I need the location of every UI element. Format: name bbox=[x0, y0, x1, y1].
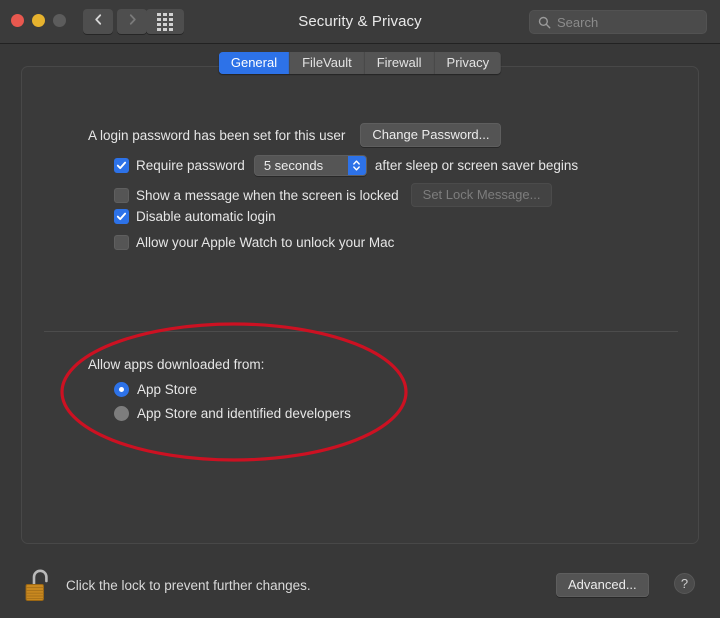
show-lock-message-row: Show a message when the screen is locked… bbox=[114, 183, 553, 207]
section-divider bbox=[44, 331, 678, 332]
window-titlebar: Security & Privacy Search bbox=[0, 0, 720, 44]
require-password-row: Require password 5 seconds after sleep o… bbox=[114, 155, 578, 176]
app-store-radio[interactable] bbox=[114, 382, 129, 397]
tab-filevault[interactable]: FileVault bbox=[290, 52, 365, 74]
tab-privacy[interactable]: Privacy bbox=[434, 52, 502, 74]
help-button[interactable]: ? bbox=[674, 573, 695, 594]
search-placeholder: Search bbox=[557, 14, 599, 30]
show-lock-message-checkbox[interactable] bbox=[114, 187, 129, 203]
app-store-radio-label: App Store bbox=[137, 382, 198, 397]
login-password-status: A login password has been set for this u… bbox=[88, 127, 346, 143]
disable-auto-login-row: Disable automatic login bbox=[114, 209, 276, 224]
apple-watch-unlock-row: Allow your Apple Watch to unlock your Ma… bbox=[114, 235, 394, 250]
lock-hint-text: Click the lock to prevent further change… bbox=[66, 578, 311, 593]
app-store-identified-developers-radio[interactable] bbox=[114, 406, 129, 421]
disable-auto-login-checkbox[interactable] bbox=[114, 209, 129, 224]
require-password-delay-value: 5 seconds bbox=[263, 158, 324, 173]
tab-firewall[interactable]: Firewall bbox=[364, 52, 435, 74]
apple-watch-unlock-label: Allow your Apple Watch to unlock your Ma… bbox=[136, 235, 395, 250]
app-store-identified-developers-radio-label: App Store and identified developers bbox=[137, 406, 351, 421]
lock-button[interactable] bbox=[22, 565, 56, 607]
require-password-delay-popup[interactable]: 5 seconds bbox=[253, 155, 367, 176]
preferences-panel: General FileVault Firewall Privacy A log… bbox=[21, 52, 699, 544]
change-password-button[interactable]: Change Password... bbox=[360, 123, 502, 147]
allow-apps-label: Allow apps downloaded from: bbox=[88, 357, 265, 372]
advanced-button[interactable]: Advanced... bbox=[556, 573, 649, 597]
set-lock-message-button[interactable]: Set Lock Message... bbox=[410, 183, 553, 207]
show-lock-message-label: Show a message when the screen is locked bbox=[136, 187, 399, 203]
security-privacy-window: Security & Privacy Search General FileVa… bbox=[0, 0, 720, 618]
require-password-checkbox[interactable] bbox=[114, 158, 129, 173]
apple-watch-unlock-checkbox[interactable] bbox=[114, 235, 129, 250]
allow-apps-option-app-store-and-identified-developers[interactable]: App Store and identified developers bbox=[114, 406, 351, 421]
tab-bar: General FileVault Firewall Privacy bbox=[218, 52, 502, 74]
require-password-label: Require password bbox=[136, 158, 245, 173]
search-field[interactable]: Search bbox=[529, 10, 707, 34]
chevron-updown-icon bbox=[347, 156, 366, 175]
login-password-row: A login password has been set for this u… bbox=[88, 123, 502, 147]
allow-apps-option-app-store[interactable]: App Store bbox=[114, 382, 197, 397]
unlocked-padlock-icon bbox=[22, 569, 56, 611]
require-password-suffix-label: after sleep or screen saver begins bbox=[374, 158, 579, 173]
search-icon bbox=[538, 16, 551, 29]
tab-general[interactable]: General bbox=[218, 52, 291, 74]
disable-auto-login-label: Disable automatic login bbox=[136, 209, 276, 224]
